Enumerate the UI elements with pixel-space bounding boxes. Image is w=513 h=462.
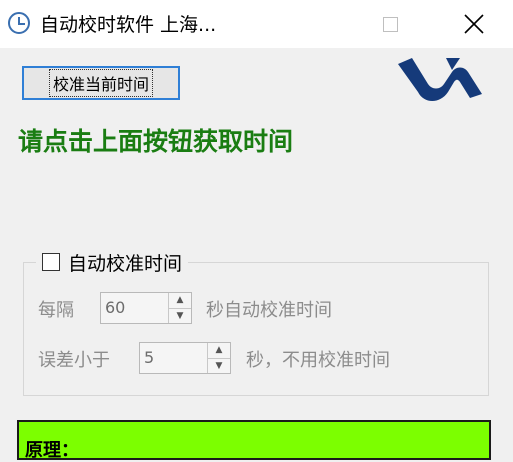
close-button[interactable] [445,0,503,48]
calibrate-time-button[interactable]: 校准当前时间 [22,66,180,100]
auto-calibrate-label: 自动校准时间 [68,252,183,275]
calibrate-button-label: 校准当前时间 [48,69,153,97]
auto-calibrate-toggle[interactable]: 自动校准时间 [36,249,189,275]
tolerance-up-arrow-icon[interactable]: ▲ [208,343,230,359]
tolerance-stepper[interactable]: 5 ▲ ▼ [139,342,231,374]
interval-stepper[interactable]: 60 ▲ ▼ [100,292,192,324]
tolerance-stepper-arrows: ▲ ▼ [207,343,230,373]
tolerance-down-arrow-icon[interactable]: ▼ [208,359,230,374]
info-panel: 原理： [17,420,491,461]
brand-logo-icon [398,58,482,101]
app-window: 自动校时软件 上海... 校准当前时间 请点击上面按钮获取时间 自动校准时间 每… [0,0,513,461]
interval-prefix-label: 每隔 [38,300,74,321]
auto-calibrate-group [23,262,489,396]
maximize-icon [382,16,398,32]
interval-value[interactable]: 60 [105,298,125,317]
tolerance-prefix-label: 误差小于 [38,350,110,371]
maximize-button[interactable] [361,0,419,48]
auto-calibrate-checkbox[interactable] [42,253,60,271]
title-bar[interactable]: 自动校时软件 上海... [0,0,513,48]
info-panel-label: 原理： [25,440,79,461]
interval-up-arrow-icon[interactable]: ▲ [169,293,191,309]
window-title: 自动校时软件 上海... [40,14,217,36]
close-icon [464,14,484,34]
tolerance-suffix-label: 秒，不用校准时间 [246,350,390,371]
status-message: 请点击上面按钮获取时间 [18,127,294,156]
tolerance-value[interactable]: 5 [144,348,154,367]
interval-stepper-arrows: ▲ ▼ [168,293,191,323]
interval-down-arrow-icon[interactable]: ▼ [169,309,191,324]
clock-icon [8,12,30,34]
interval-suffix-label: 秒自动校准时间 [206,300,332,321]
